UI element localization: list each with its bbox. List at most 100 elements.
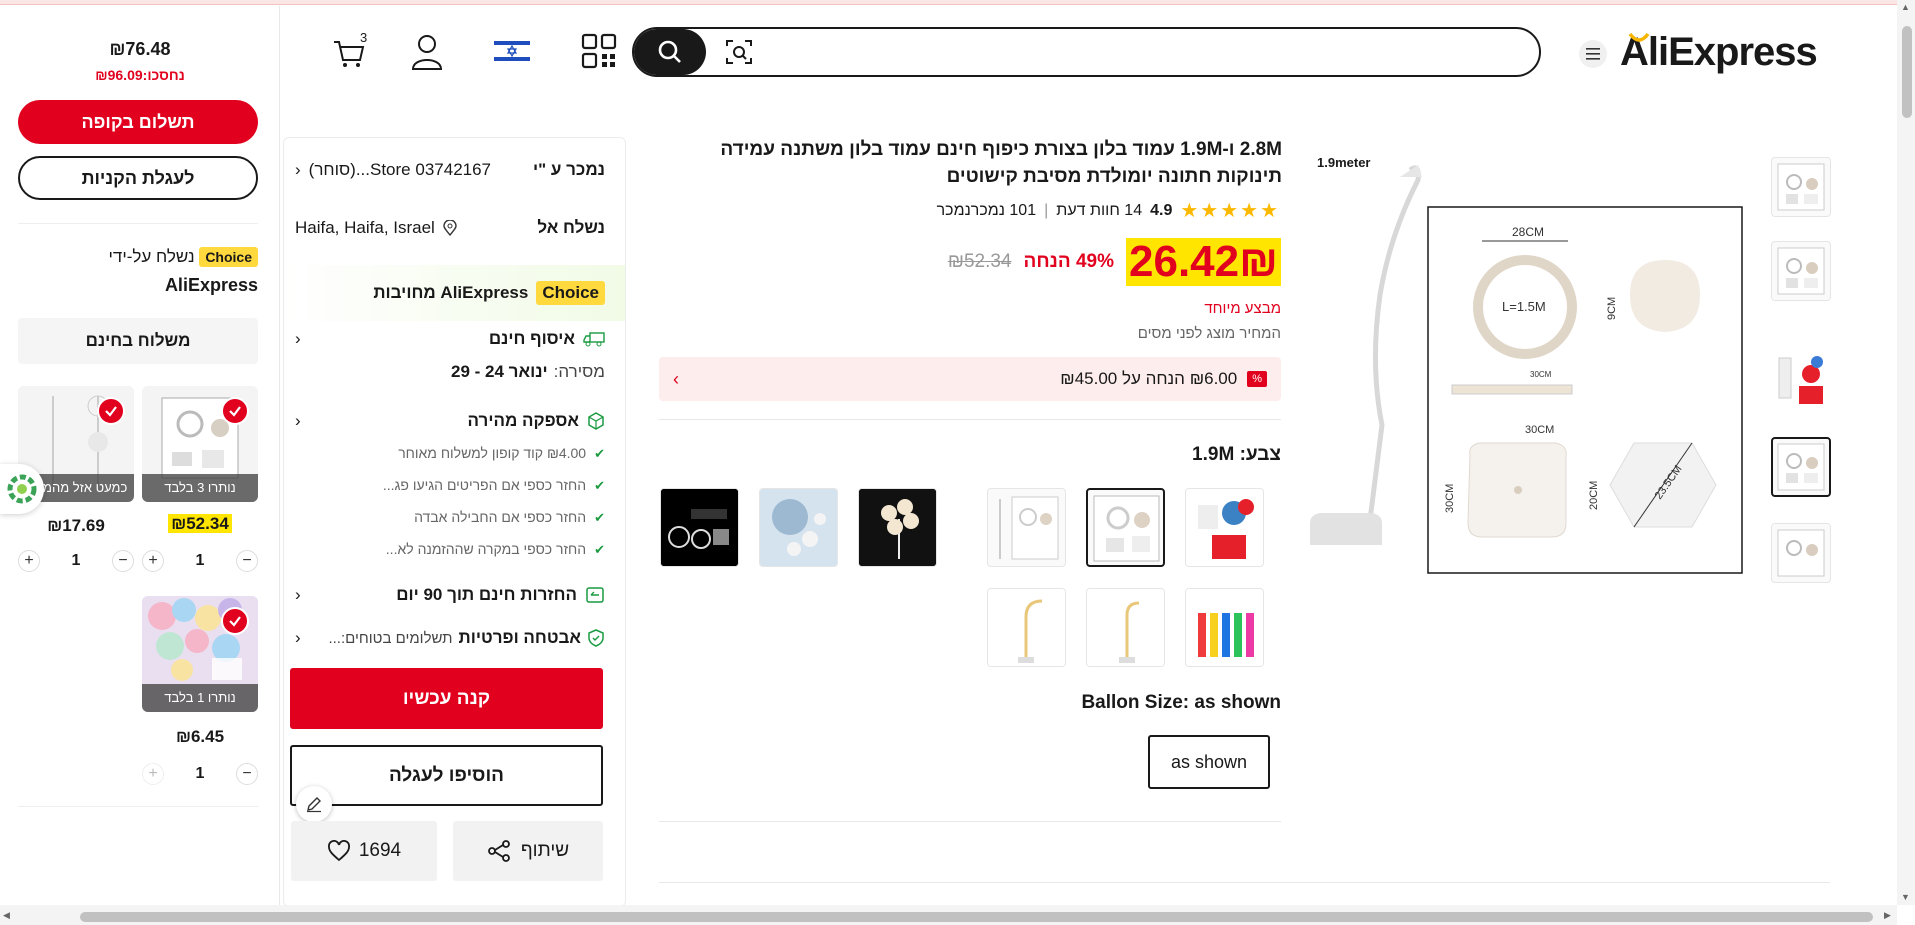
heart-icon (327, 840, 350, 862)
variant-option-selected[interactable] (1086, 488, 1165, 567)
variant-option[interactable] (759, 488, 838, 567)
search-input[interactable] (770, 32, 1530, 72)
fast-delivery-benefit: ✔החזר כספי אם החבילה אבדה (414, 509, 605, 525)
fast-delivery-row[interactable]: אספקה מהירה ‹ (295, 411, 605, 431)
top-border (0, 0, 1915, 5)
ship-to-row[interactable]: נשלח אל Haifa, Haifa, Israel (295, 218, 605, 238)
scroll-left-arrow-icon[interactable]: ◀ (3, 910, 10, 921)
original-price: ₪52.34 (947, 251, 1012, 272)
gallery-thumb-5[interactable] (1771, 523, 1831, 583)
variant-option[interactable] (1086, 588, 1165, 667)
buy-now-button[interactable]: קנה עכשיו (290, 668, 603, 729)
selected-check-icon[interactable] (97, 397, 125, 425)
size-option-selected[interactable]: as shown (1148, 735, 1270, 789)
sold-count: 101 נמכרנמכר (936, 201, 1037, 219)
gallery-thumb-2[interactable] (1771, 241, 1831, 301)
variant-option[interactable] (1185, 488, 1264, 567)
scroll-right-arrow-icon[interactable]: ▶ (1884, 910, 1891, 921)
gallery-thumb-4[interactable] (1771, 437, 1831, 497)
gallery-thumb-1[interactable] (1771, 157, 1831, 217)
quantity-value: 1 (195, 552, 205, 569)
shipped-by-row: Choice נשלח על-ידי (18, 247, 258, 267)
gallery-thumb-3[interactable] (1771, 352, 1831, 412)
camera-scan-icon (726, 40, 752, 64)
rating-value: 4.9 (1150, 201, 1173, 219)
vertical-scroll-thumb[interactable] (1902, 26, 1912, 118)
cart-button[interactable]: 3 (332, 30, 367, 72)
decrease-button[interactable]: − (236, 763, 258, 785)
quantity-value: 1 (195, 765, 205, 782)
security-text: תשלומים בטוחים:... (328, 629, 453, 647)
height-label: 1.9meter (1317, 155, 1370, 170)
selected-check-icon[interactable] (221, 607, 249, 635)
seller-row[interactable]: נמכר ע "י 03742167 Store...(סוחר) ‹ (295, 160, 605, 180)
wishlist-button[interactable]: 1694 (291, 821, 437, 881)
free-shipping-section: משלוח בחינם (18, 318, 258, 364)
shipped-by-label: נשלח על-ידי (108, 247, 195, 266)
main-product-image[interactable]: 1.9meter 28CM L=1.5M 9CM 30CM 30CM 30CM … (1300, 145, 1750, 585)
language-flag-button[interactable] (494, 39, 530, 63)
menu-button[interactable] (1579, 40, 1607, 68)
share-label: שיתוף (520, 840, 570, 861)
horizontal-scroll-thumb[interactable] (80, 912, 1873, 922)
ship-to-location[interactable]: Haifa, Haifa, Israel (295, 218, 435, 238)
security-row[interactable]: אבטחה ופרטיות תשלומים בטוחים:... ‹ (295, 628, 605, 648)
account-button[interactable] (410, 33, 444, 71)
vertical-scrollbar[interactable] (1897, 0, 1915, 905)
variant-image-icon (859, 489, 936, 566)
edit-button[interactable] (296, 786, 332, 822)
price-row: 26.42₪ 49% הנחה ₪52.34 (900, 238, 1281, 286)
cart-total: ₪76.48 (109, 39, 171, 59)
search-button[interactable] (634, 29, 706, 75)
israel-flag-icon (494, 39, 530, 63)
scroll-up-arrow-icon[interactable]: ▲ (1901, 2, 1910, 12)
go-to-cart-button[interactable]: לעגלת הקניות (18, 156, 258, 200)
quantity-stepper[interactable]: + 1 − (142, 550, 258, 572)
discount-label: 49% הנחה (1023, 251, 1115, 272)
image-search-button[interactable] (725, 38, 753, 66)
increase-button[interactable]: + (142, 763, 164, 785)
selected-check-icon[interactable] (221, 397, 249, 425)
ring-inner-label: L=1.5M (1502, 299, 1546, 314)
free-returns-row[interactable]: החזרות חינם תוך 90 יום ‹ (295, 585, 605, 605)
sold-by-label: נמכר ע "י (532, 160, 605, 179)
variant-image-icon (988, 589, 1065, 666)
decrease-button[interactable]: − (112, 550, 134, 572)
ship-to-label: נשלח אל (537, 218, 605, 237)
balloon-stand-diagram: 1.9meter 28CM L=1.5M 9CM 30CM 30CM 30CM … (1310, 155, 1743, 574)
scroll-down-arrow-icon[interactable]: ▼ (1901, 892, 1910, 902)
variant-option[interactable] (1185, 588, 1264, 667)
variant-option[interactable] (987, 488, 1066, 567)
coupon-banner[interactable]: ‹ % ₪6.00 הנחה על ₪45.00 (659, 357, 1281, 401)
tax-note: המחיר מוצג לפני מסים (1137, 325, 1281, 342)
logo-smile-icon (1628, 32, 1650, 42)
variant-option[interactable] (987, 588, 1066, 667)
reviews-count[interactable]: 14 חוות דעת (1056, 202, 1142, 220)
cart-item-price: ₪17.69 (47, 516, 105, 535)
wishlist-count: 1694 (358, 840, 402, 861)
share-button[interactable]: שיתוף (453, 821, 603, 881)
location-pin-icon (443, 220, 457, 236)
separator: | (1044, 201, 1049, 219)
decrease-button[interactable]: − (236, 550, 258, 572)
qr-code-button[interactable] (581, 33, 617, 69)
variant-option[interactable] (858, 488, 937, 567)
increase-button[interactable]: + (18, 550, 40, 572)
aliexpress-logo[interactable]: AliExpress (1620, 30, 1818, 78)
free-pickup-row[interactable]: איסוף חינם ‹ (295, 329, 605, 349)
store-name[interactable]: 03742167 Store...(סוחר) (309, 160, 491, 180)
base-height-label: 30CM (1444, 484, 1456, 513)
special-offer-label: מבצע מיוחד (1204, 300, 1281, 317)
variant-option[interactable] (660, 488, 739, 567)
checkout-button[interactable]: תשלום בקופה (18, 100, 258, 144)
quantity-stepper[interactable]: + 1 − (18, 550, 134, 572)
variant-image-icon (760, 489, 837, 566)
gallery-thumb-icon (1777, 247, 1825, 295)
add-to-cart-button[interactable]: הוסיפו לעגלה (290, 745, 603, 806)
assistant-icon (7, 474, 37, 504)
chevron-left-icon: ‹ (295, 411, 301, 430)
quantity-stepper[interactable]: + 1 − (142, 763, 258, 785)
increase-button[interactable]: + (142, 550, 164, 572)
check-icon: ✔ (594, 510, 605, 525)
return-box-icon (586, 587, 604, 603)
